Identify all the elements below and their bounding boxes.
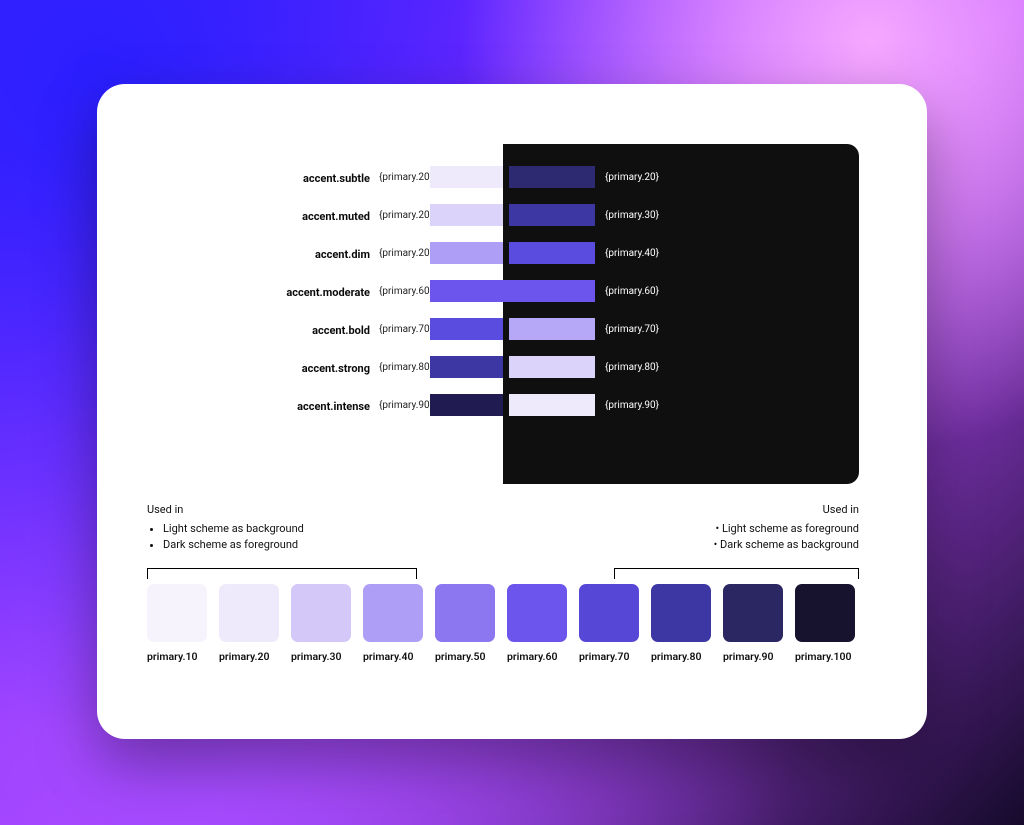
card: accent.subtle{primary.20}{primary.20}acc… xyxy=(97,84,927,739)
palette-chip: primary.50 xyxy=(435,584,499,663)
palette-swatch xyxy=(651,584,711,642)
palette-label: primary.20 xyxy=(219,650,270,663)
palette-label: primary.50 xyxy=(435,650,486,663)
usage-note-header: Used in xyxy=(147,502,304,519)
usage-note-item: Light scheme as background xyxy=(163,521,304,538)
palette-chip: primary.90 xyxy=(723,584,787,663)
token-ref-dark: {primary.40} xyxy=(605,248,659,259)
bracket-left xyxy=(147,568,417,581)
token-ref-light: {primary.60} xyxy=(379,286,433,297)
palette-chip: primary.20 xyxy=(219,584,283,663)
swatch-dark xyxy=(509,166,595,188)
token-rows: accent.subtle{primary.20}{primary.20}acc… xyxy=(147,166,859,432)
swatch-dark xyxy=(509,204,595,226)
token-ref-dark: {primary.60} xyxy=(605,286,659,297)
token-name: accent.muted xyxy=(302,210,370,223)
palette-swatch xyxy=(147,584,207,642)
usage-note-header: Used in xyxy=(714,502,859,519)
token-row: accent.subtle {primary.20} {primary.20} xyxy=(147,166,859,192)
token-name: accent.subtle xyxy=(303,172,370,185)
palette: primary.10 primary.20 primary.30 primary.40… xyxy=(147,584,867,663)
palette-swatch xyxy=(723,584,783,642)
usage-note-list: Light scheme as background Dark scheme a… xyxy=(147,521,304,554)
token-name: accent.dim xyxy=(315,248,370,261)
token-ref-dark: {primary.20} xyxy=(605,172,659,183)
usage-note-right: Used in Light scheme as foreground Dark … xyxy=(714,502,859,554)
palette-label: primary.80 xyxy=(651,650,702,663)
token-ref-dark: {primary.90} xyxy=(605,400,659,411)
token-row: accent.dim {primary.20} {primary.40} xyxy=(147,242,859,268)
swatch-light xyxy=(430,318,503,340)
palette-swatch xyxy=(219,584,279,642)
palette-chip: primary.80 xyxy=(651,584,715,663)
palette-swatch xyxy=(363,584,423,642)
palette-label: primary.60 xyxy=(507,650,558,663)
palette-chip: primary.40 xyxy=(363,584,427,663)
token-ref-light: {primary.80} xyxy=(379,362,433,373)
swatch xyxy=(430,280,595,302)
usage-note-left: Used in Light scheme as background Dark … xyxy=(147,502,304,554)
token-ref-light: {primary.20} xyxy=(379,210,433,221)
palette-label: primary.70 xyxy=(579,650,630,663)
swatch-light xyxy=(430,394,503,416)
token-name: accent.strong xyxy=(302,362,370,375)
usage-note-item: Light scheme as foreground xyxy=(714,521,859,538)
swatch-dark xyxy=(509,318,595,340)
palette-swatch xyxy=(507,584,567,642)
token-ref-light: {primary.90} xyxy=(379,400,433,411)
palette-chip: primary.100 xyxy=(795,584,859,663)
swatch-light xyxy=(430,356,503,378)
palette-label: primary.30 xyxy=(291,650,342,663)
token-row: accent.strong {primary.80} {primary.80} xyxy=(147,356,859,382)
palette-label: primary.90 xyxy=(723,650,774,663)
usage-note-item: Dark scheme as foreground xyxy=(163,537,304,554)
token-row: accent.muted {primary.20} {primary.30} xyxy=(147,204,859,230)
usage-note-list: Light scheme as foreground Dark scheme a… xyxy=(714,521,859,554)
token-name: accent.bold xyxy=(312,324,370,337)
token-name: accent.moderate xyxy=(286,286,370,299)
palette-chip: primary.30 xyxy=(291,584,355,663)
palette-label: primary.40 xyxy=(363,650,414,663)
palette-chip: primary.70 xyxy=(579,584,643,663)
token-ref-light: {primary.20} xyxy=(379,172,433,183)
palette-chip: primary.60 xyxy=(507,584,571,663)
usage-note-item: Dark scheme as background xyxy=(714,537,859,554)
swatch-dark xyxy=(509,356,595,378)
token-ref-light: {primary.20} xyxy=(379,248,433,259)
palette-chip: primary.10 xyxy=(147,584,211,663)
token-ref-dark: {primary.80} xyxy=(605,362,659,373)
swatch-light xyxy=(430,242,503,264)
token-name: accent.intense xyxy=(297,400,370,413)
token-ref-light: {primary.70} xyxy=(379,324,433,335)
bracket-right xyxy=(614,568,859,581)
token-row: accent.intense {primary.90} {primary.90} xyxy=(147,394,859,420)
palette-label: primary.10 xyxy=(147,650,198,663)
token-ref-dark: {primary.30} xyxy=(605,210,659,221)
palette-label: primary.100 xyxy=(795,650,852,663)
palette-swatch xyxy=(579,584,639,642)
palette-swatch xyxy=(795,584,855,642)
swatch-dark xyxy=(509,394,595,416)
token-panel: accent.subtle{primary.20}{primary.20}acc… xyxy=(147,144,859,484)
token-row: accent.moderate {primary.60} {primary.60} xyxy=(147,280,859,306)
token-row: accent.bold {primary.70} {primary.70} xyxy=(147,318,859,344)
palette-swatch xyxy=(435,584,495,642)
swatch-light xyxy=(430,166,503,188)
palette-swatch xyxy=(291,584,351,642)
swatch-light xyxy=(430,204,503,226)
swatch-dark xyxy=(509,242,595,264)
token-ref-dark: {primary.70} xyxy=(605,324,659,335)
